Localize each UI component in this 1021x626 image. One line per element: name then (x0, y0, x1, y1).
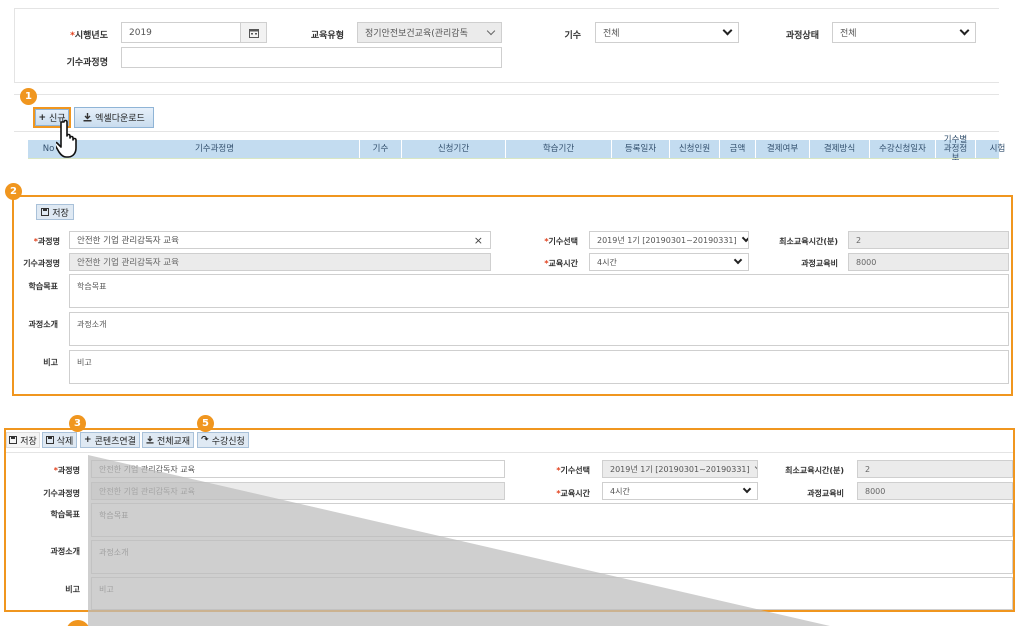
step-marker-3: 3 (69, 415, 86, 432)
download-icon (146, 436, 154, 444)
edu-type-label: 교육유형 (310, 31, 344, 41)
form2-intro-textarea[interactable]: 과정소개 (91, 540, 1013, 574)
form1-goal-label: 학습목표 (28, 282, 58, 291)
status-label: 과정상태 (785, 31, 819, 41)
form2-term-select-label: *기수선택 (556, 466, 590, 475)
col-pay-method: 결제방식 (810, 140, 870, 158)
plus-icon: + (84, 435, 92, 445)
form1-edu-time-label: *교육시간 (544, 259, 578, 268)
grid-top-border (14, 131, 999, 132)
form2-min-time-label: 최소교육시간(분) (785, 466, 844, 475)
form2-content-link-button[interactable]: + 콘텐츠연결 (80, 432, 140, 448)
form2-edu-time-label: *교육시간 (556, 489, 590, 498)
step-marker-5: 5 (197, 415, 214, 432)
form2-delete-button[interactable]: 삭제 (42, 432, 77, 448)
form1-term-course-input[interactable]: 안전한 기업 관리감독자 교육 (69, 253, 491, 271)
form1-note-textarea[interactable]: 비고 (69, 350, 1009, 384)
col-term: 기수 (360, 140, 402, 158)
save-icon (45, 436, 54, 444)
step-marker-1: 1 (20, 88, 37, 105)
search-top-border (14, 8, 999, 9)
clear-icon[interactable]: × (474, 234, 483, 247)
col-study-period: 학습기간 (506, 140, 612, 158)
form1-term-course-label: 기수과정명 (23, 259, 60, 268)
edu-type-select[interactable]: 정기안전보건교육(관리감독 (357, 22, 502, 43)
form1-min-time-input[interactable]: 2 (848, 231, 1009, 249)
term-select[interactable]: 전체 (595, 22, 739, 43)
col-amount: 금액 (720, 140, 756, 158)
calendar-icon[interactable] (240, 22, 267, 43)
save-icon (41, 208, 50, 216)
form1-course-input[interactable]: 안전한 기업 관리감독자 교육 × (69, 231, 491, 249)
search-left-border (14, 8, 15, 82)
form2-save-button[interactable]: 저장 (6, 432, 40, 448)
form2-fee-input[interactable]: 8000 (857, 482, 1013, 500)
form1-term-select-label: *기수선택 (544, 237, 578, 246)
search-bottom-border (14, 82, 999, 83)
form2-note-textarea[interactable]: 비고 (91, 577, 1013, 610)
col-applicants: 신청인원 (670, 140, 720, 158)
term-course-label: 기수과정명 (66, 58, 108, 68)
term-course-input[interactable] (121, 47, 502, 68)
form2-min-time-input[interactable]: 2 (857, 460, 1013, 478)
form1-save-button[interactable]: 저장 (36, 204, 74, 220)
col-reg-date: 등록일자 (612, 140, 670, 158)
form1-course-label: *과정명 (33, 237, 60, 246)
form2-term-select[interactable]: 2019년 1기 [20190301~20190331] (602, 460, 758, 478)
toolbar-top-border (14, 94, 999, 95)
col-term-course: 기수과정명 (70, 140, 360, 158)
form1-intro-textarea[interactable]: 과정소개 (69, 312, 1009, 346)
grid-header: No 기수과정명 기수 신청기간 학습기간 등록일자 신청인원 금액 결제여부 … (28, 135, 1020, 162)
form1-fee-label: 과정교육비 (801, 259, 838, 268)
form2-intro-label: 과정소개 (50, 547, 80, 556)
form1-min-time-label: 최소교육시간(분) (779, 237, 838, 246)
form2-enroll-button[interactable]: ↷ 수강신청 (197, 432, 249, 448)
form1-term-select[interactable]: 2019년 1기 [20190301~20190331] (589, 231, 749, 249)
form1-goal-textarea[interactable]: 학습목표 (69, 274, 1009, 308)
term-label: 기수 (564, 31, 581, 41)
form1-note-label: 비고 (43, 358, 58, 367)
form2-term-course-label: 기수과정명 (43, 489, 80, 498)
save-icon (9, 436, 18, 444)
share-arrow-icon: ↷ (201, 435, 209, 445)
grid-body-line (28, 158, 999, 159)
step-marker-2: 2 (5, 183, 22, 200)
col-term-info: 기수별 과정정보 (936, 135, 976, 162)
hand-cursor-icon (56, 119, 77, 158)
form2-edu-time-select[interactable]: 4시간 (602, 482, 758, 500)
col-apply-period: 신청기간 (402, 140, 506, 158)
col-paid: 결제여부 (756, 140, 810, 158)
form1-fee-input[interactable]: 8000 (848, 253, 1009, 271)
col-enroll-date: 수강신청일자 (870, 140, 936, 158)
form1-edu-time-select[interactable]: 4시간 (589, 253, 749, 271)
form2-course-label: *과정명 (53, 466, 80, 475)
form2-fee-label: 과정교육비 (807, 489, 844, 498)
form2-all-material-button[interactable]: 전체교재 (142, 432, 194, 448)
form2-toolbar-line (6, 452, 1013, 453)
col-exam: 시험 (976, 140, 1020, 158)
form2-term-course-input[interactable]: 안전한 기업 관리감독자 교육 (91, 482, 505, 500)
plus-icon: + (38, 112, 46, 123)
year-label: *시행년도 (70, 31, 108, 41)
form2-course-input[interactable]: 안전한 기업 관리감독자 교육 (91, 460, 505, 478)
form2-note-label: 비고 (65, 585, 80, 594)
form2-goal-textarea[interactable]: 학습목표 (91, 503, 1013, 537)
form1-intro-label: 과정소개 (28, 320, 58, 329)
status-select[interactable]: 전체 (832, 22, 976, 43)
form2-goal-label: 학습목표 (50, 510, 80, 519)
